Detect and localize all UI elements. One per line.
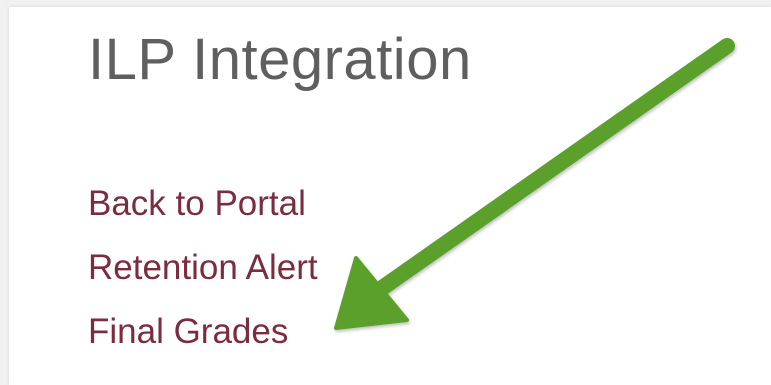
nav-item-final-grades: Final Grades (88, 308, 318, 372)
back-to-portal-link[interactable]: Back to Portal (88, 184, 306, 223)
nav-item-back-to-portal: Back to Portal (88, 180, 318, 244)
page-title: ILP Integration (88, 27, 472, 92)
final-grades-link[interactable]: Final Grades (88, 312, 288, 351)
screenshot-frame: ILP Integration Back to Portal Retention… (0, 0, 771, 385)
nav-item-retention-alert: Retention Alert (88, 244, 318, 308)
retention-alert-link[interactable]: Retention Alert (88, 248, 318, 287)
nav-link-list: Back to Portal Retention Alert Final Gra… (88, 180, 318, 372)
